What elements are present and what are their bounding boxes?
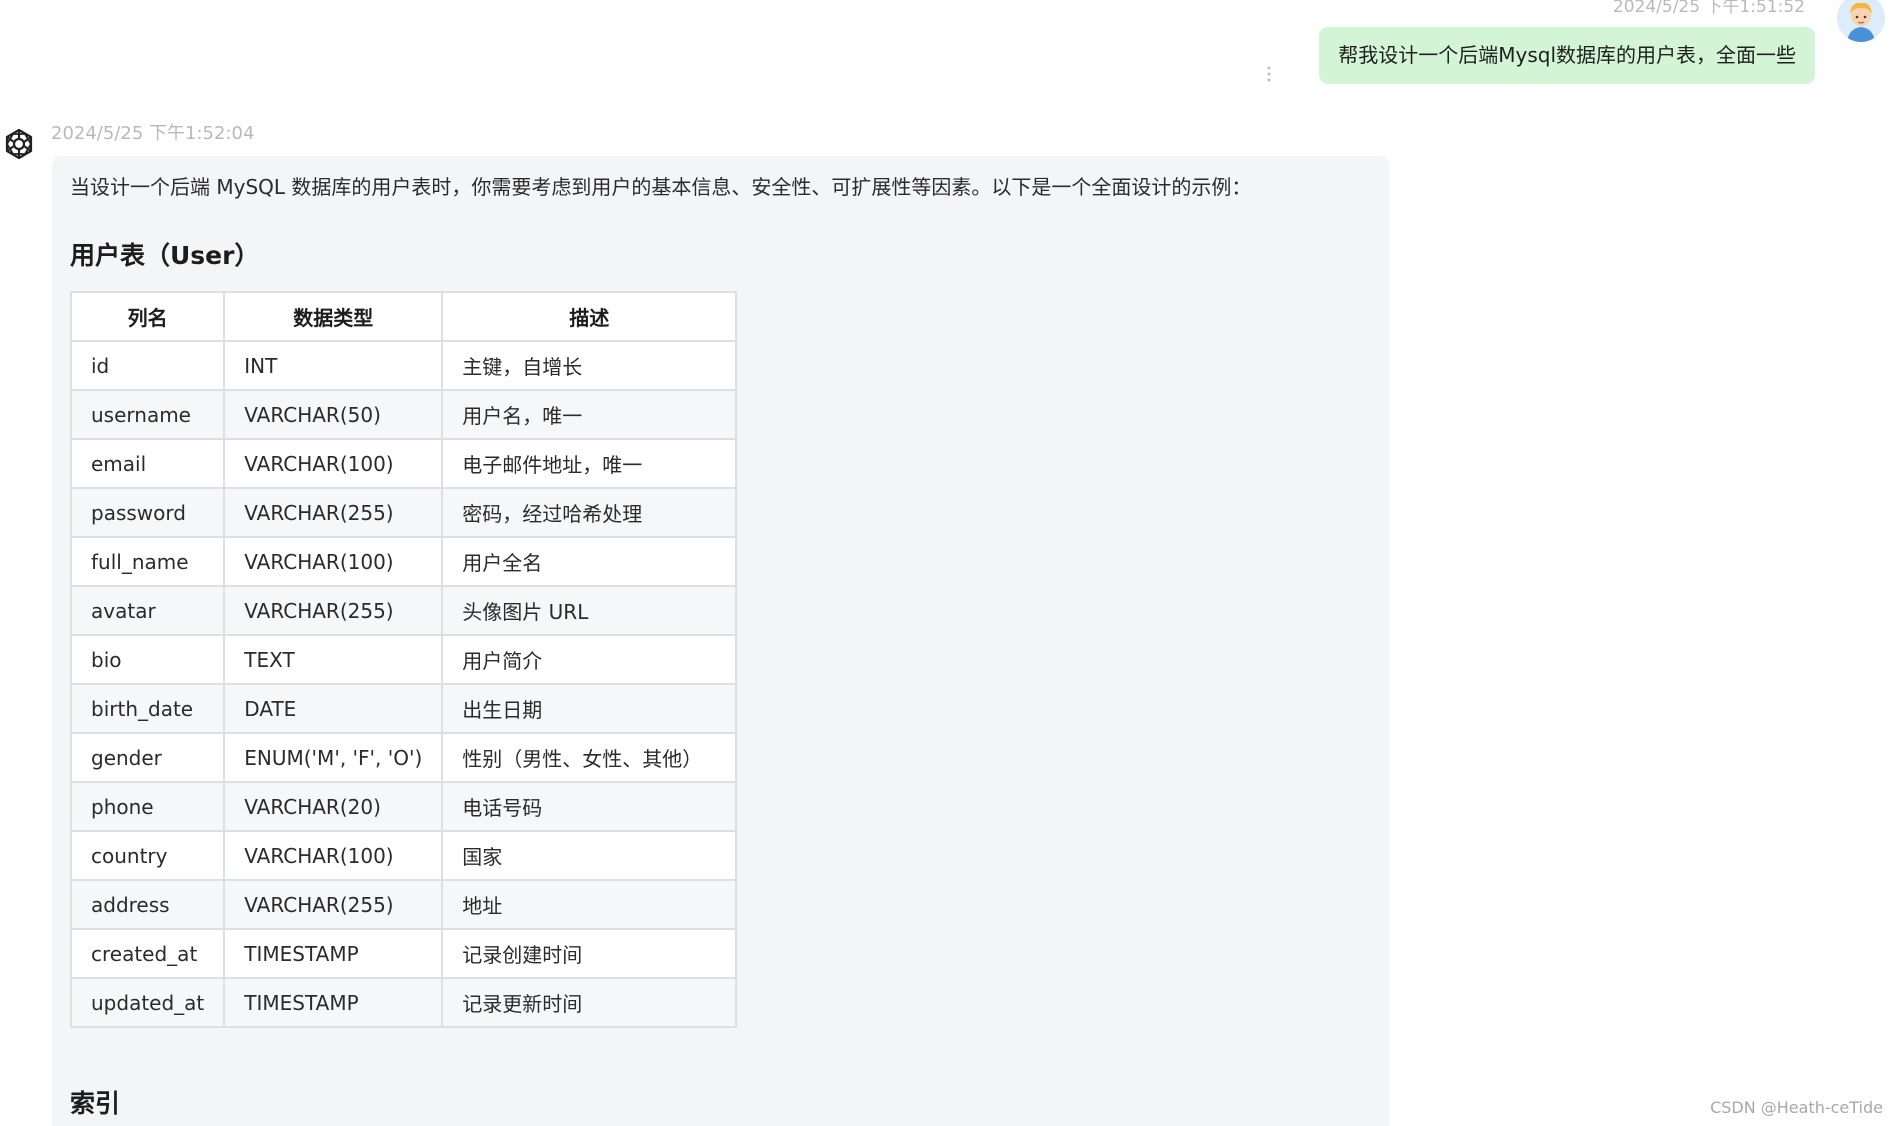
table-cell: INT <box>223 340 444 391</box>
table-row: phone VARCHAR(20) 电话号码 <box>69 781 738 832</box>
table-cell: 地址 <box>441 879 738 930</box>
table-cell: 电子邮件地址，唯一 <box>441 438 738 489</box>
watermark: CSDN @Heath-ceTide <box>1710 1098 1883 1117</box>
table-row: created_at TIMESTAMP 记录创建时间 <box>69 928 738 979</box>
table-cell: 国家 <box>441 830 738 881</box>
table-cell: 头像图片 URL <box>441 585 738 636</box>
column-header: 列名 <box>69 291 226 342</box>
table-row: email VARCHAR(100) 电子邮件地址，唯一 <box>69 438 738 489</box>
table-cell: username <box>69 389 226 440</box>
table-row: updated_at TIMESTAMP 记录更新时间 <box>69 977 738 1028</box>
table-row: full_name VARCHAR(100) 用户全名 <box>69 536 738 587</box>
vertical-dots-icon[interactable] <box>1264 64 1274 84</box>
table-cell: TIMESTAMP <box>223 928 444 979</box>
user-message-time: 2024/5/25 下午1:51:52 <box>1612 0 1805 17</box>
table-cell: 主键，自增长 <box>441 340 738 391</box>
table-cell: 出生日期 <box>441 683 738 734</box>
table-cell: VARCHAR(100) <box>223 536 444 587</box>
user-message-bubble: 帮我设计一个后端Mysql数据库的用户表，全面一些 <box>1319 27 1815 84</box>
table-cell: password <box>69 487 226 538</box>
table-cell: TEXT <box>223 634 444 685</box>
table-cell: VARCHAR(50) <box>223 389 444 440</box>
table-cell: 密码，经过哈希处理 <box>441 487 738 538</box>
table-row: password VARCHAR(255) 密码，经过哈希处理 <box>69 487 738 538</box>
table-cell: DATE <box>223 683 444 734</box>
table-cell: 用户名，唯一 <box>441 389 738 440</box>
assistant-message-time: 2024/5/25 下午1:52:04 <box>51 123 255 144</box>
column-header: 数据类型 <box>223 291 444 342</box>
table-body: id INT 主键，自增长 username VARCHAR(50) 用户名，唯一 emai… <box>69 340 738 1028</box>
user-avatar-icon[interactable] <box>1837 0 1885 42</box>
table-cell: country <box>69 830 226 881</box>
table-cell: 记录更新时间 <box>441 977 738 1028</box>
table-row: id INT 主键，自增长 <box>69 340 738 391</box>
user-table: 列名 数据类型 描述 id INT 主键，自增长 username VARCHAR(50… <box>69 291 738 1028</box>
column-header: 描述 <box>441 291 738 342</box>
table-header-row: 列名 数据类型 描述 <box>69 291 738 342</box>
table-row: country VARCHAR(100) 国家 <box>69 830 738 881</box>
table-cell: email <box>69 438 226 489</box>
table-cell: bio <box>69 634 226 685</box>
table-cell: VARCHAR(100) <box>223 830 444 881</box>
table-row: gender ENUM('M', 'F', 'O') 性别（男性、女性、其他） <box>69 732 738 783</box>
table-cell: id <box>69 340 226 391</box>
chat-page: 2024/5/25 下午1:51:52 帮我设计一个后端Mysql数据库的用户表… <box>0 0 1897 1126</box>
assistant-intro-text: 当设计一个后端 MySQL 数据库的用户表时，你需要考虑到用户的基本信息、安全性… <box>70 175 1252 199</box>
table-cell: VARCHAR(255) <box>223 585 444 636</box>
index-heading: 索引 <box>70 1089 121 1118</box>
table-cell: VARCHAR(255) <box>223 879 444 930</box>
table-cell: phone <box>69 781 226 832</box>
table-cell: 用户简介 <box>441 634 738 685</box>
table-row: birth_date DATE 出生日期 <box>69 683 738 734</box>
table-cell: ENUM('M', 'F', 'O') <box>223 732 444 783</box>
table-cell: 记录创建时间 <box>441 928 738 979</box>
table-cell: 用户全名 <box>441 536 738 587</box>
table-row: avatar VARCHAR(255) 头像图片 URL <box>69 585 738 636</box>
table-cell: VARCHAR(255) <box>223 487 444 538</box>
table-cell: 性别（男性、女性、其他） <box>441 732 738 783</box>
table-cell: full_name <box>69 536 226 587</box>
table-cell: gender <box>69 732 226 783</box>
table-cell: TIMESTAMP <box>223 977 444 1028</box>
table-row: bio TEXT 用户简介 <box>69 634 738 685</box>
openai-logo-icon <box>0 122 38 166</box>
table-row: username VARCHAR(50) 用户名，唯一 <box>69 389 738 440</box>
table-cell: avatar <box>69 585 226 636</box>
table-cell: address <box>69 879 226 930</box>
table-cell: created_at <box>69 928 226 979</box>
table-cell: 电话号码 <box>441 781 738 832</box>
table-cell: VARCHAR(100) <box>223 438 444 489</box>
table-row: address VARCHAR(255) 地址 <box>69 879 738 930</box>
table-cell: updated_at <box>69 977 226 1028</box>
table-cell: birth_date <box>69 683 226 734</box>
table-heading: 用户表（User） <box>70 241 260 270</box>
table-cell: VARCHAR(20) <box>223 781 444 832</box>
